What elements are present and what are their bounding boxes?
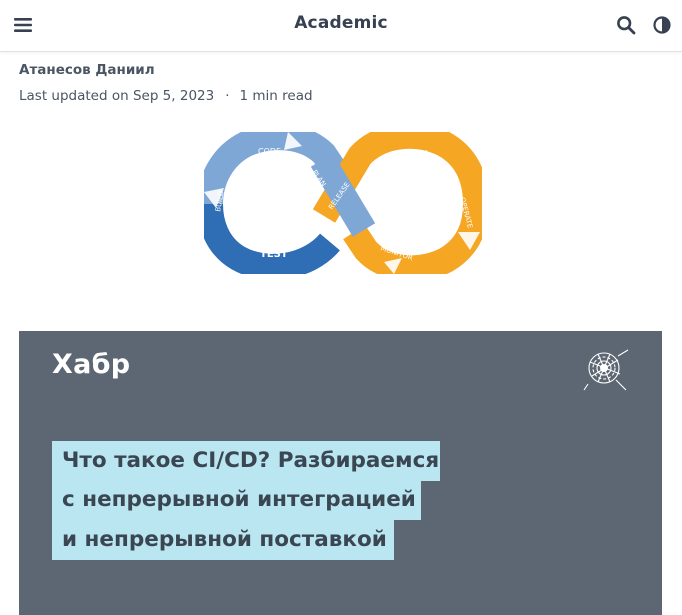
article-hero-image: Хабр Что такое CI/CD? Разбираемся с непр… bbox=[19, 331, 662, 615]
hero-title-line-2: с непрерывной интеграцией bbox=[52, 480, 421, 520]
label-deploy: DEPLOY bbox=[396, 149, 427, 158]
site-brand: Academic bbox=[0, 13, 682, 33]
article-meta: Last updated on Sep 5, 2023 · 1 min read bbox=[19, 88, 313, 104]
theme-toggle-icon[interactable] bbox=[652, 15, 672, 35]
habr-logo-text: Хабр bbox=[52, 349, 131, 380]
meta-separator: · bbox=[225, 88, 230, 104]
search-icon[interactable] bbox=[616, 15, 636, 35]
top-navbar: Academic bbox=[0, 0, 682, 52]
last-updated: Last updated on Sep 5, 2023 bbox=[19, 88, 215, 104]
devops-infinity-image: CODE PLAN BUILD TEST RELEASE DEPLOY OPER… bbox=[197, 122, 490, 282]
hero-title-line-3: и непрерывной поставкой bbox=[52, 520, 394, 560]
habr-emblem-icon bbox=[580, 344, 632, 396]
hero-title-line-1: Что такое CI/CD? Разбираемся bbox=[52, 441, 440, 481]
brand-link[interactable]: Academic bbox=[294, 13, 388, 33]
label-test: TEST bbox=[260, 249, 288, 260]
read-time: 1 min read bbox=[239, 88, 313, 104]
article-author[interactable]: Атанесов Даниил bbox=[19, 62, 155, 78]
label-code: CODE bbox=[258, 147, 281, 156]
